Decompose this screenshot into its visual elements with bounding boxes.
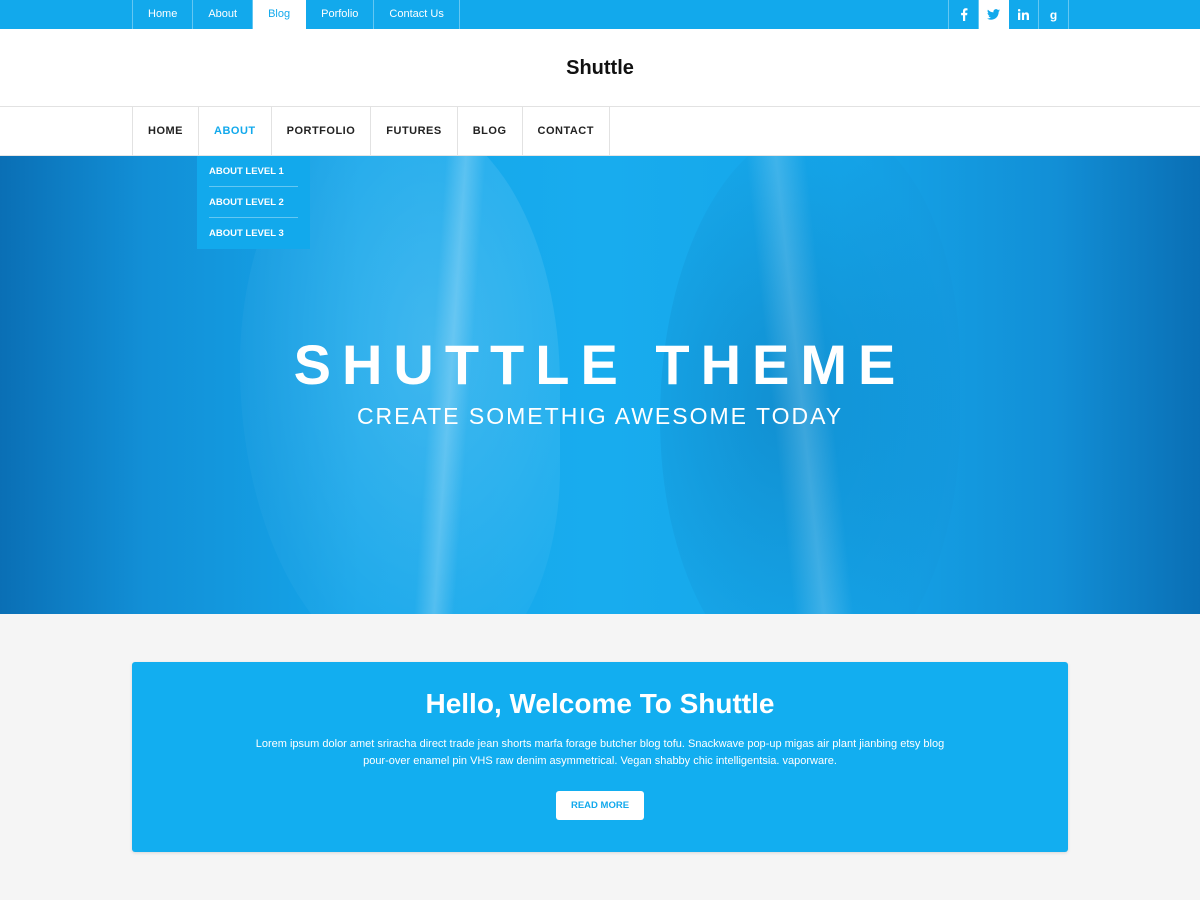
top-nav: Home About Blog Porfolio Contact Us [132, 0, 460, 29]
hero-title: SHUTTLE THEME [293, 333, 907, 396]
main-nav: HOME ABOUT PORTFOLIO FUTURES BLOG CONTAC… [132, 107, 610, 156]
linkedin-icon[interactable] [1009, 0, 1039, 29]
dropdown-about-level-3[interactable]: ABOUT LEVEL 3 [209, 218, 298, 249]
welcome-text: Lorem ipsum dolor amet sriracha direct t… [255, 738, 945, 767]
main-nav-bar: HOME ABOUT PORTFOLIO FUTURES BLOG CONTAC… [0, 107, 1200, 156]
about-dropdown: ABOUT LEVEL 1 ABOUT LEVEL 2 ABOUT LEVEL … [197, 156, 310, 249]
top-nav-contact-us[interactable]: Contact Us [374, 0, 460, 29]
google-icon[interactable]: g [1039, 0, 1069, 29]
nav-home[interactable]: HOME [133, 107, 199, 155]
nav-contact[interactable]: CONTACT [523, 107, 610, 155]
dropdown-about-level-2[interactable]: ABOUT LEVEL 2 [209, 187, 298, 218]
twitter-icon[interactable] [979, 0, 1009, 29]
site-header: Shuttle [0, 29, 1200, 107]
dropdown-about-level-1[interactable]: ABOUT LEVEL 1 [209, 156, 298, 187]
top-bar: Home About Blog Porfolio Contact Us g [0, 0, 1200, 29]
top-nav-blog[interactable]: Blog [253, 0, 307, 29]
google-glyph: g [1049, 7, 1058, 22]
nav-futures[interactable]: FUTURES [371, 107, 458, 155]
top-nav-porfolio[interactable]: Porfolio [306, 0, 375, 29]
read-more-button[interactable]: READ MORE [556, 791, 644, 820]
social-links: g [948, 0, 1069, 29]
welcome-box: Hello, Welcome To Shuttle Lorem ipsum do… [132, 662, 1068, 852]
hero-banner: SHUTTLE THEME CREATE SOMETHIG AWESOME TO… [0, 156, 1200, 614]
nav-blog[interactable]: BLOG [458, 107, 523, 155]
hero-subtitle: CREATE SOMETHIG AWESOME TODAY [356, 403, 844, 429]
nav-about[interactable]: ABOUT [199, 107, 272, 155]
top-nav-about[interactable]: About [193, 0, 254, 29]
top-nav-home[interactable]: Home [133, 0, 194, 29]
facebook-icon[interactable] [949, 0, 979, 29]
site-title[interactable]: Shuttle [0, 57, 1200, 80]
welcome-heading: Hello, Welcome To Shuttle [425, 688, 775, 719]
nav-portfolio[interactable]: PORTFOLIO [272, 107, 372, 155]
